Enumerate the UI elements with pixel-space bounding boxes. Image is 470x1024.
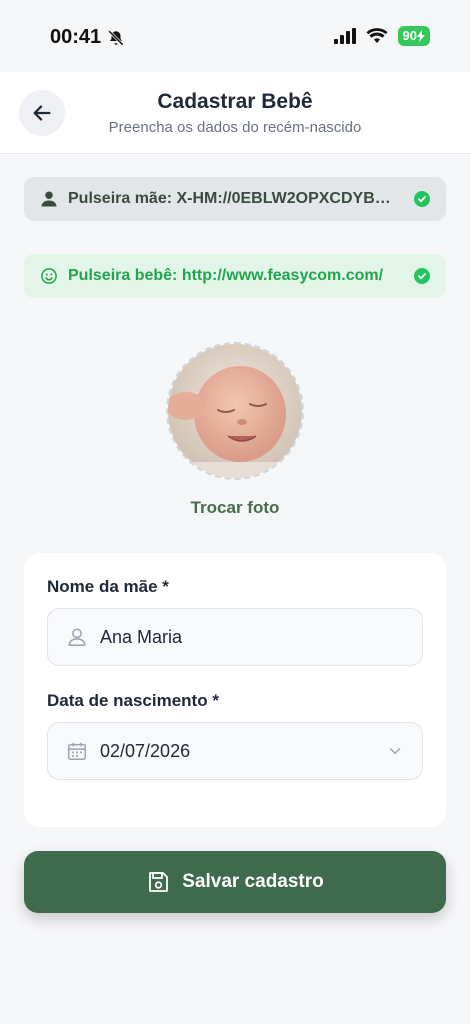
mother-name-input[interactable]: Ana Maria bbox=[47, 608, 423, 666]
clock: 00:41 bbox=[50, 26, 102, 48]
page-subtitle: Preencha os dados do recém-nascido bbox=[108, 119, 362, 136]
change-photo-link[interactable]: Trocar foto bbox=[0, 498, 470, 518]
mother-bracelet-badge: Pulseira mãe: X-HM://0EBLW2OPXCDYBM4FBN6 bbox=[24, 177, 446, 221]
form-card: Nome da mãe * Ana Maria Data de nascimen… bbox=[24, 553, 446, 827]
check-circle-icon bbox=[414, 268, 430, 284]
birth-date-label: Data de nascimento * bbox=[47, 691, 219, 710]
page-title: Cadastrar Bebê bbox=[157, 90, 313, 113]
baby-photo[interactable] bbox=[166, 342, 304, 480]
save-button-label: Salvar cadastro bbox=[182, 871, 324, 892]
save-button[interactable]: Salvar cadastro bbox=[24, 851, 446, 913]
smile-icon bbox=[41, 268, 57, 284]
charging-bolt-icon bbox=[417, 30, 425, 42]
mother-name-label: Nome da mãe * bbox=[47, 577, 169, 596]
person-icon bbox=[41, 191, 57, 207]
baby-bracelet-badge: Pulseira bebê: http://www.feasycom.com/ bbox=[24, 254, 446, 298]
calendar-icon bbox=[68, 742, 86, 760]
baby-bracelet-text: Pulseira bebê: http://www.feasycom.com/ bbox=[68, 267, 384, 284]
status-bar: 00:41 90 bbox=[0, 0, 470, 72]
battery-level: 90 bbox=[402, 28, 417, 43]
status-indicators: 90 bbox=[333, 26, 430, 46]
birth-date-value: 02/07/2026 bbox=[100, 740, 191, 761]
page-header: Cadastrar Bebê Preencha os dados do recé… bbox=[0, 72, 470, 154]
signal-icon bbox=[333, 28, 356, 44]
baby-photo-image bbox=[168, 344, 302, 478]
mother-bracelet-text: Pulseira mãe: X-HM://0EBLW2OPXCDYBM4FBN6 bbox=[68, 190, 404, 207]
wifi-icon bbox=[366, 28, 388, 43]
mother-name-value: Ana Maria bbox=[100, 626, 183, 647]
chevron-down-icon bbox=[389, 748, 401, 754]
battery-indicator: 90 bbox=[397, 26, 430, 46]
status-time: 00:41 bbox=[50, 26, 125, 49]
user-outline-icon bbox=[68, 628, 86, 646]
floppy-disk-icon bbox=[149, 872, 169, 892]
bell-off-icon bbox=[108, 29, 124, 46]
check-circle-icon bbox=[414, 191, 430, 207]
birth-date-select[interactable]: 02/07/2026 bbox=[47, 722, 423, 780]
